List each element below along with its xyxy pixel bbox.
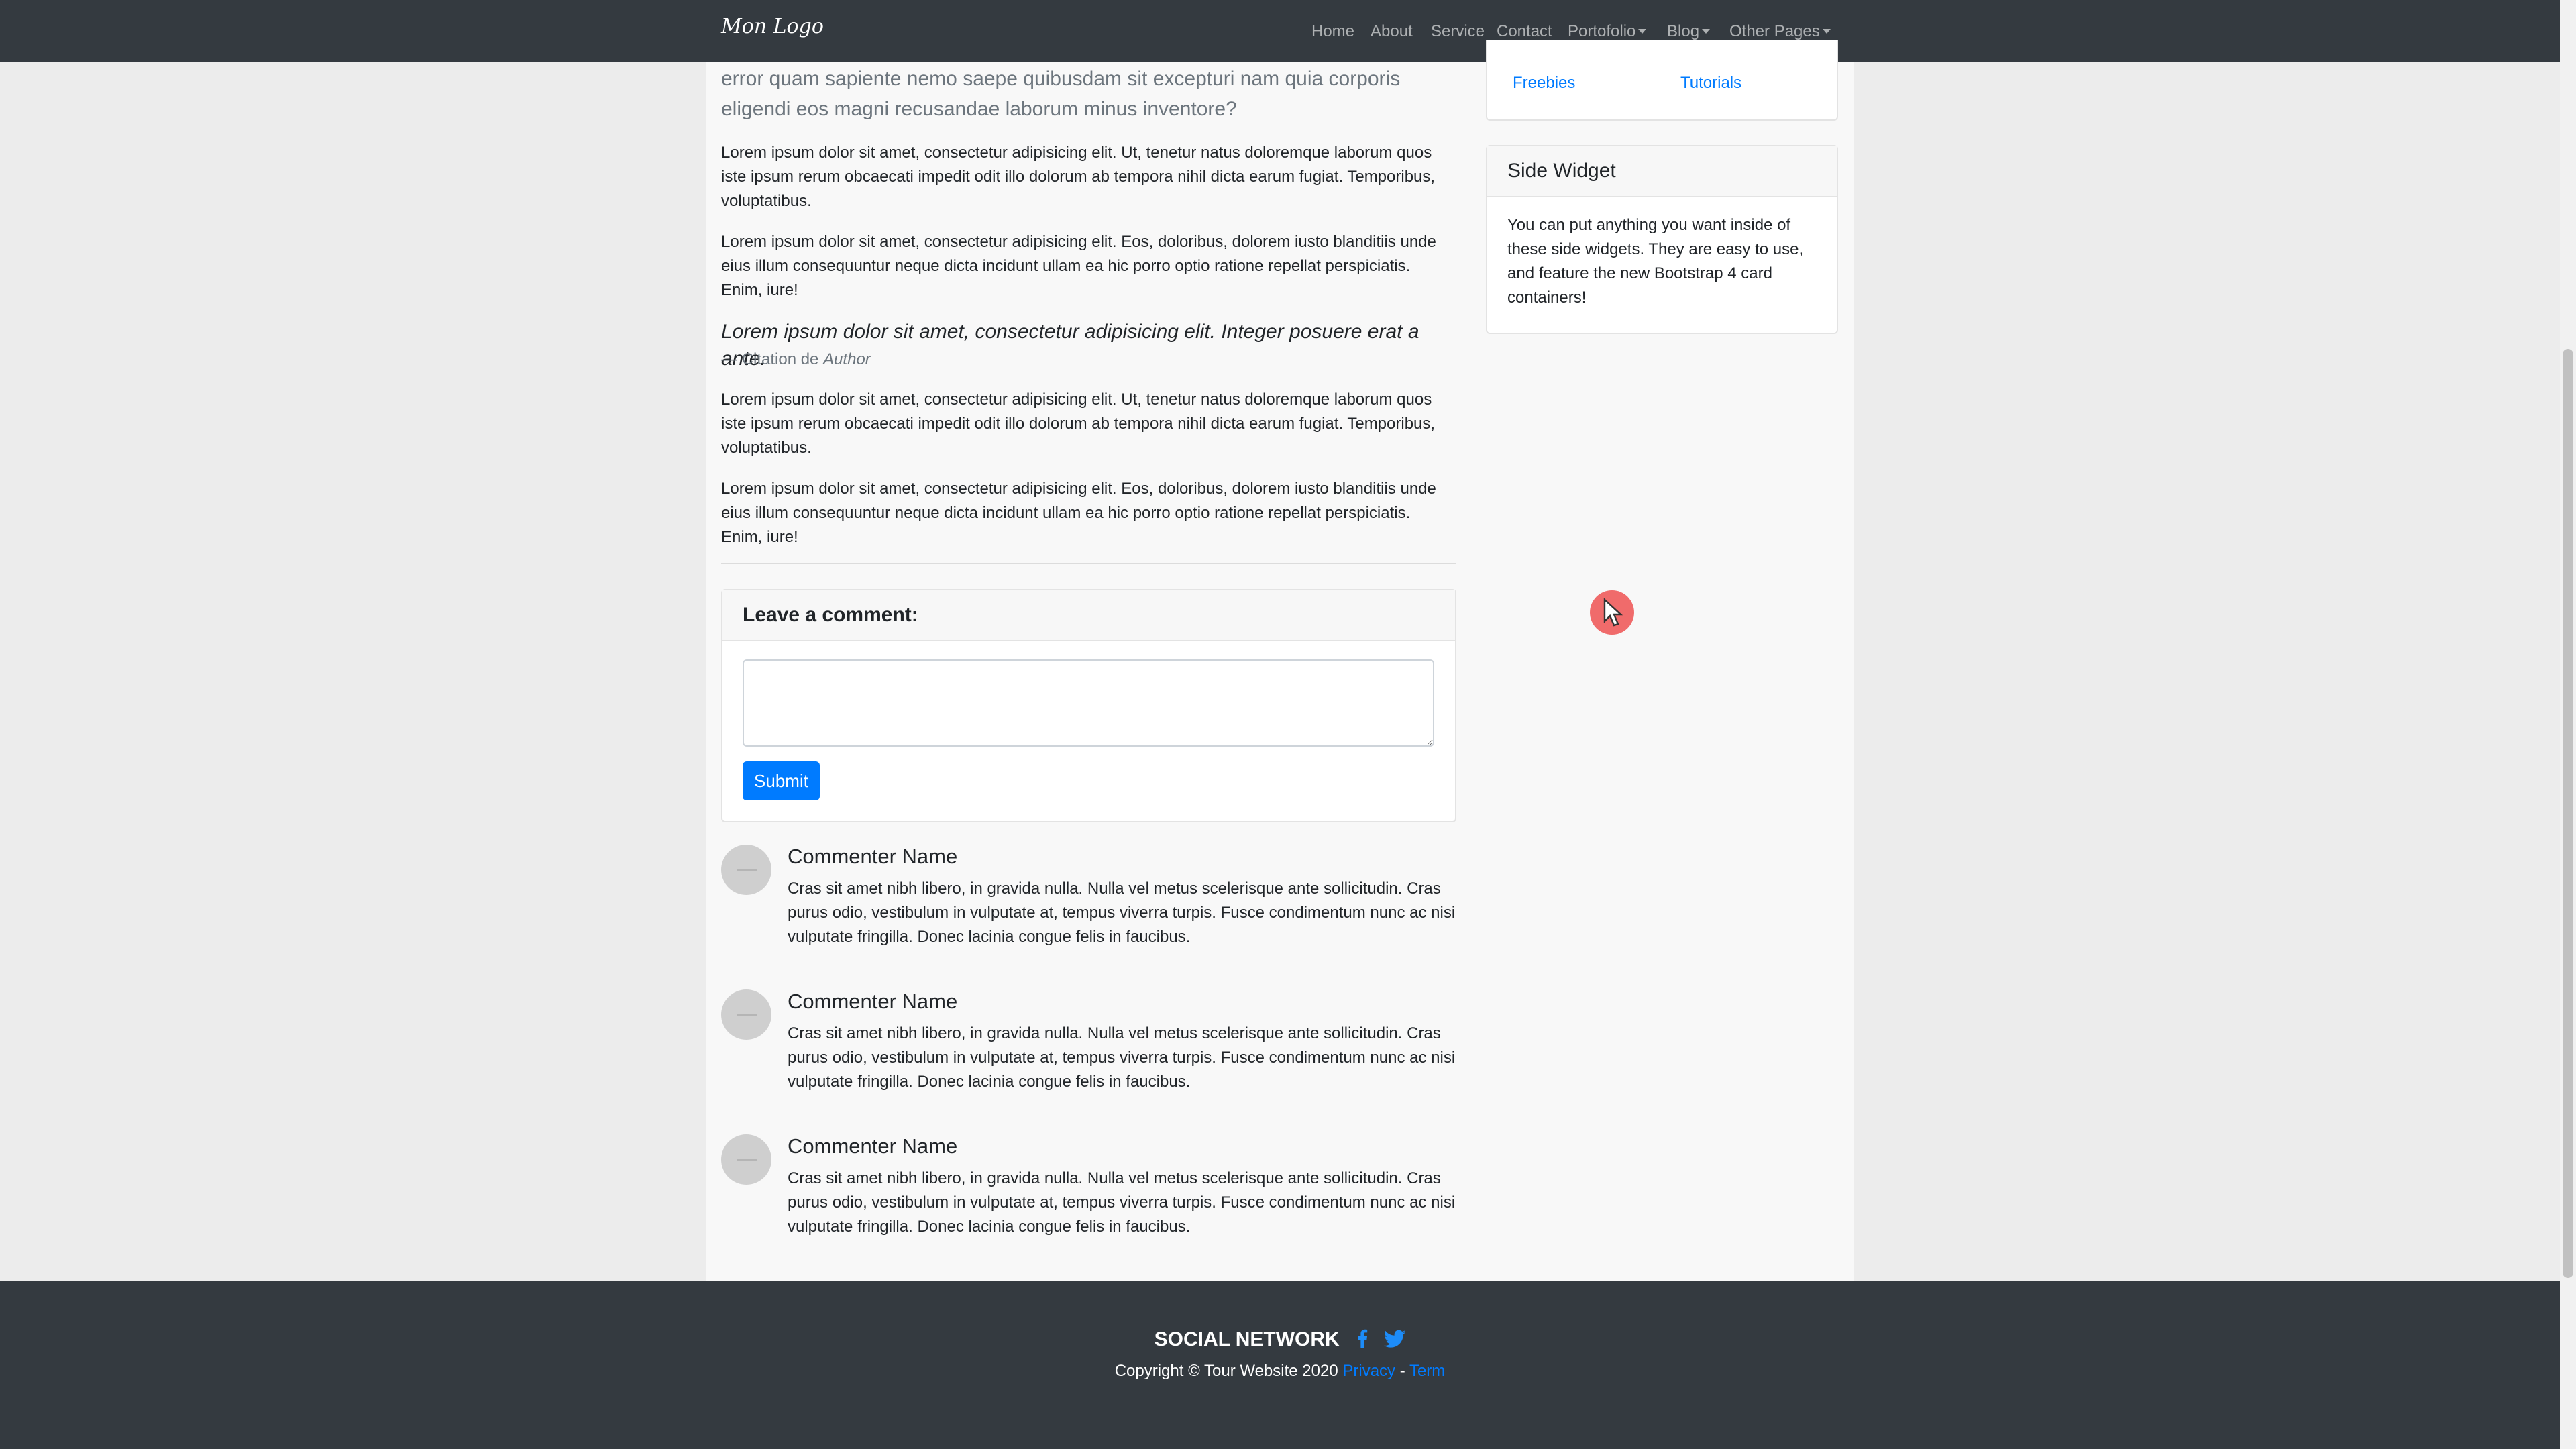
side-widget-card: Side Widget You can put anything you wan… bbox=[1486, 145, 1838, 334]
term-link[interactable]: Term bbox=[1409, 1362, 1445, 1380]
social-title: SOCIAL NETWORK bbox=[1154, 1328, 1340, 1350]
footer: SOCIAL NETWORK Copyright © Tour Website … bbox=[0, 1281, 2560, 1449]
divider bbox=[721, 563, 1456, 564]
citation-prefix: — Citation de bbox=[721, 350, 824, 368]
facebook-icon[interactable] bbox=[1356, 1328, 1368, 1354]
nav-blog-label: Blog bbox=[1667, 21, 1700, 40]
commenter-name: Commenter Name bbox=[788, 989, 958, 1013]
avatar-placeholder-icon bbox=[736, 1013, 757, 1016]
comment-textarea[interactable] bbox=[743, 659, 1434, 747]
chevron-down-icon bbox=[1638, 28, 1647, 34]
nav-blog-dropdown[interactable]: Blog bbox=[1667, 21, 1711, 41]
comment-form-card: Leave a comment: Submit bbox=[721, 589, 1456, 822]
card-header: Leave a comment: bbox=[722, 590, 1455, 641]
mouse-cursor-icon bbox=[1603, 598, 1623, 627]
navbar: Mon Logo Home About Service Contact Port… bbox=[0, 0, 2560, 62]
chevron-down-icon bbox=[1822, 28, 1831, 34]
comment-item: Commenter Name Cras sit amet nibh libero… bbox=[721, 845, 1456, 965]
brand-logo[interactable]: Mon Logo bbox=[721, 15, 824, 38]
nav-portofolio-label: Portofolio bbox=[1568, 21, 1636, 40]
citation-author: Author bbox=[823, 350, 871, 368]
comment-item: Commenter Name Cras sit amet nibh libero… bbox=[721, 989, 1456, 1110]
post-paragraph: Lorem ipsum dolor sit amet, consectetur … bbox=[721, 390, 1436, 457]
blockquote-footer: — Citation de Author bbox=[721, 347, 1449, 372]
comment-item: Commenter Name Cras sit amet nibh libero… bbox=[721, 1134, 1456, 1255]
comment-body: Cras sit amet nibh libero, in gravida nu… bbox=[788, 879, 1456, 946]
nav-portofolio-dropdown[interactable]: Portofolio bbox=[1568, 21, 1647, 41]
avatar bbox=[721, 1134, 771, 1185]
scrollbar[interactable] bbox=[2560, 0, 2576, 1449]
commenter-name: Commenter Name bbox=[788, 1134, 958, 1158]
nav-about[interactable]: About bbox=[1371, 22, 1413, 41]
nav-contact[interactable]: Contact bbox=[1497, 22, 1552, 41]
avatar bbox=[721, 989, 771, 1040]
categories-card: Freebies Tutorials bbox=[1486, 40, 1838, 121]
scrollbar-thumb[interactable] bbox=[2563, 349, 2573, 1278]
post-paragraph: Lorem ipsum dolor sit amet, consectetur … bbox=[721, 233, 1436, 299]
avatar bbox=[721, 845, 771, 895]
link-separator: - bbox=[1395, 1362, 1409, 1380]
commenter-name: Commenter Name bbox=[788, 845, 958, 868]
twitter-icon[interactable] bbox=[1384, 1330, 1406, 1354]
nav-other-pages-dropdown[interactable]: Other Pages bbox=[1729, 22, 1831, 41]
chevron-down-icon bbox=[1702, 28, 1711, 34]
category-link-tutorials[interactable]: Tutorials bbox=[1680, 74, 1741, 93]
privacy-link[interactable]: Privacy bbox=[1342, 1362, 1395, 1380]
card-header: Side Widget bbox=[1487, 146, 1837, 197]
cursor-highlight bbox=[1590, 590, 1634, 635]
comment-form-title: Leave a comment: bbox=[743, 604, 918, 626]
post-paragraph: Lorem ipsum dolor sit amet, consectetur … bbox=[721, 144, 1436, 210]
post-lead: error quam sapiente nemo saepe quibusdam… bbox=[721, 68, 1401, 120]
nav-service[interactable]: Service bbox=[1431, 22, 1485, 41]
category-link-freebies[interactable]: Freebies bbox=[1513, 74, 1575, 93]
copyright-text: Copyright © Tour Website 2020 bbox=[1114, 1362, 1343, 1380]
nav-other-pages-label: Other Pages bbox=[1729, 21, 1820, 40]
submit-button[interactable]: Submit bbox=[743, 761, 820, 800]
avatar-placeholder-icon bbox=[736, 868, 757, 871]
comment-body: Cras sit amet nibh libero, in gravida nu… bbox=[788, 1169, 1456, 1236]
side-widget-title: Side Widget bbox=[1507, 160, 1616, 182]
avatar-placeholder-icon bbox=[736, 1158, 757, 1161]
post-paragraph: Lorem ipsum dolor sit amet, consectetur … bbox=[721, 480, 1436, 546]
social-network: SOCIAL NETWORK bbox=[0, 1328, 2560, 1354]
copyright: Copyright © Tour Website 2020 Privacy - … bbox=[0, 1362, 2560, 1381]
nav-home[interactable]: Home bbox=[1311, 22, 1354, 41]
comment-body: Cras sit amet nibh libero, in gravida nu… bbox=[788, 1024, 1456, 1091]
side-widget-body: You can put anything you want inside of … bbox=[1507, 216, 1804, 307]
